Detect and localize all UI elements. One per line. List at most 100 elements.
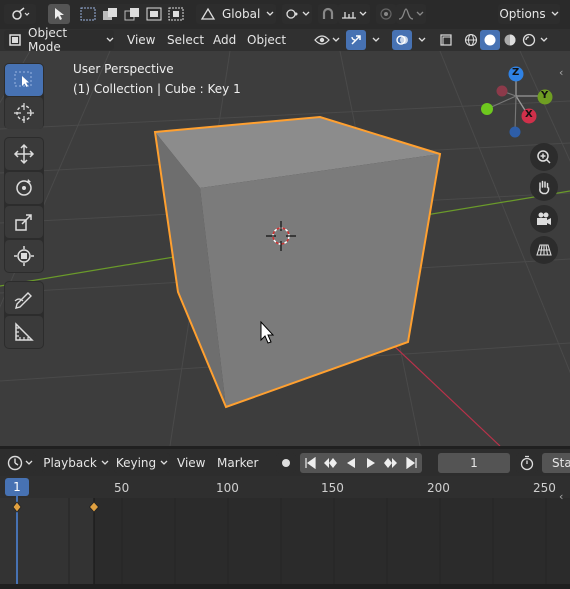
select-intersect-icon[interactable] — [168, 7, 184, 21]
measure-ruler-icon — [13, 321, 35, 343]
ruler-label-100: 100 — [216, 481, 239, 495]
chevron-down-icon — [266, 11, 274, 17]
gizmo-x-label: X — [525, 109, 533, 120]
scale-icon — [13, 211, 35, 233]
jump-start-icon[interactable] — [304, 457, 316, 469]
gizmo-neg-y-icon[interactable] — [481, 103, 493, 115]
wireframe-shading-icon[interactable] — [462, 33, 480, 47]
tool-measure[interactable] — [5, 316, 43, 348]
timeline-editor-type-button[interactable] — [4, 453, 36, 473]
select-tool-toggle[interactable] — [48, 4, 70, 24]
show-overlays-toggle[interactable] — [392, 30, 412, 50]
proportional-edit-toggle[interactable] — [376, 4, 396, 24]
playback-label: Playback — [43, 456, 97, 470]
keyframe-diamond-2[interactable] — [88, 501, 100, 513]
camera-view-button[interactable] — [530, 205, 558, 233]
solid-shading-icon[interactable] — [480, 30, 500, 50]
chevron-down-icon — [418, 37, 426, 43]
overlays-icon — [395, 33, 409, 47]
proportional-falloff-dropdown[interactable] — [396, 4, 426, 24]
rendered-shading-icon[interactable] — [520, 33, 538, 47]
object-mode-label: Object Mode — [28, 26, 68, 54]
select-extend-icon[interactable] — [102, 7, 118, 21]
material-shading-icon[interactable] — [500, 33, 520, 47]
select-invert-icon[interactable] — [146, 7, 162, 21]
menu-view[interactable]: View — [121, 31, 161, 49]
orientation-icon — [200, 7, 216, 21]
timeline-menu-view[interactable]: View — [177, 454, 205, 472]
chevron-down-icon — [160, 460, 168, 466]
menu-add[interactable]: Add — [207, 31, 242, 49]
chevron-down-icon — [359, 11, 367, 17]
gizmo-neg-z-icon[interactable] — [509, 126, 521, 138]
transform-orientation-dropdown[interactable]: Global — [196, 4, 276, 24]
object-mode-dropdown[interactable]: Object Mode — [4, 26, 114, 54]
timeline-body[interactable]: ‹ — [0, 476, 570, 589]
select-new-icon[interactable] — [80, 7, 96, 21]
timeline-scroll-hint-icon[interactable]: ‹ — [559, 490, 569, 503]
sidebar-expand-icon[interactable]: ‹ — [559, 66, 569, 80]
options-dropdown[interactable]: Options — [498, 4, 560, 24]
options-label: Options — [499, 7, 546, 21]
select-box-icon — [14, 71, 34, 89]
gizmo-y-label: Y — [541, 90, 549, 101]
chevron-down-icon — [332, 37, 340, 43]
current-frame-value: 1 — [470, 456, 478, 470]
tool-rotate[interactable] — [5, 172, 43, 204]
select-subtract-icon[interactable] — [124, 7, 140, 21]
snap-increment-icon — [341, 8, 357, 20]
ortho-toggle-button[interactable] — [530, 236, 558, 264]
viewport-3d[interactable] — [0, 51, 570, 446]
gizmo-icon — [349, 33, 363, 47]
keyframe-diamond-1[interactable] — [12, 501, 22, 513]
keying-menu[interactable]: Keying — [114, 453, 170, 473]
preview-range-toggle[interactable] — [516, 453, 538, 473]
zoom-in-icon — [536, 149, 552, 165]
zoom-button[interactable] — [530, 143, 558, 171]
snap-toggle[interactable] — [318, 4, 338, 24]
snap-target-dropdown[interactable] — [338, 4, 370, 24]
overlays-dropdown[interactable] — [412, 30, 432, 50]
orientation-label: Global — [222, 7, 261, 21]
current-frame-field[interactable]: 1 — [438, 453, 510, 473]
tool-select-box[interactable] — [5, 64, 43, 96]
auto-keying-toggle[interactable] — [276, 453, 296, 473]
pan-button[interactable] — [530, 173, 558, 201]
editor-type-button[interactable] — [4, 4, 36, 24]
tool-annotate[interactable] — [5, 282, 43, 314]
ruler-label-250: 250 — [533, 481, 556, 495]
transform-icon — [13, 245, 35, 267]
xray-icon — [439, 33, 453, 47]
play-reverse-icon[interactable] — [345, 457, 357, 469]
start-frame-field[interactable]: Sta — [542, 453, 570, 473]
chevron-down-icon — [302, 11, 310, 17]
gizmo-dropdown[interactable] — [366, 30, 386, 50]
object-info-label: (1) Collection | Cube : Key 1 — [73, 82, 241, 96]
timeline-scrollbar[interactable] — [0, 584, 570, 589]
tool-cursor[interactable] — [5, 97, 43, 129]
playback-menu[interactable]: Playback — [42, 453, 110, 473]
menu-object[interactable]: Object — [241, 31, 292, 49]
play-icon[interactable] — [365, 457, 377, 469]
view-object-types-dropdown[interactable] — [312, 30, 342, 50]
gizmo-z-label: Z — [512, 67, 520, 78]
jump-end-icon[interactable] — [406, 457, 418, 469]
timeline-menu-marker[interactable]: Marker — [217, 454, 258, 472]
xray-toggle[interactable] — [436, 30, 456, 50]
chevron-down-icon — [372, 37, 380, 43]
chevron-down-icon — [101, 460, 109, 466]
gizmo-neg-x-icon[interactable] — [496, 85, 508, 97]
pivot-point-dropdown[interactable] — [282, 4, 312, 24]
prev-keyframe-icon[interactable] — [323, 457, 338, 469]
menu-select[interactable]: Select — [161, 31, 210, 49]
falloff-curve-icon — [398, 8, 414, 20]
show-gizmo-toggle[interactable] — [346, 30, 366, 50]
pivot-icon — [285, 8, 299, 20]
tool-move[interactable] — [5, 138, 43, 170]
chevron-down-icon[interactable] — [538, 37, 550, 43]
playback-controls — [300, 453, 422, 473]
playhead-handle[interactable]: 1 — [5, 478, 29, 496]
next-keyframe-icon[interactable] — [384, 457, 398, 469]
tool-scale[interactable] — [5, 206, 43, 238]
tool-transform[interactable] — [5, 240, 43, 272]
